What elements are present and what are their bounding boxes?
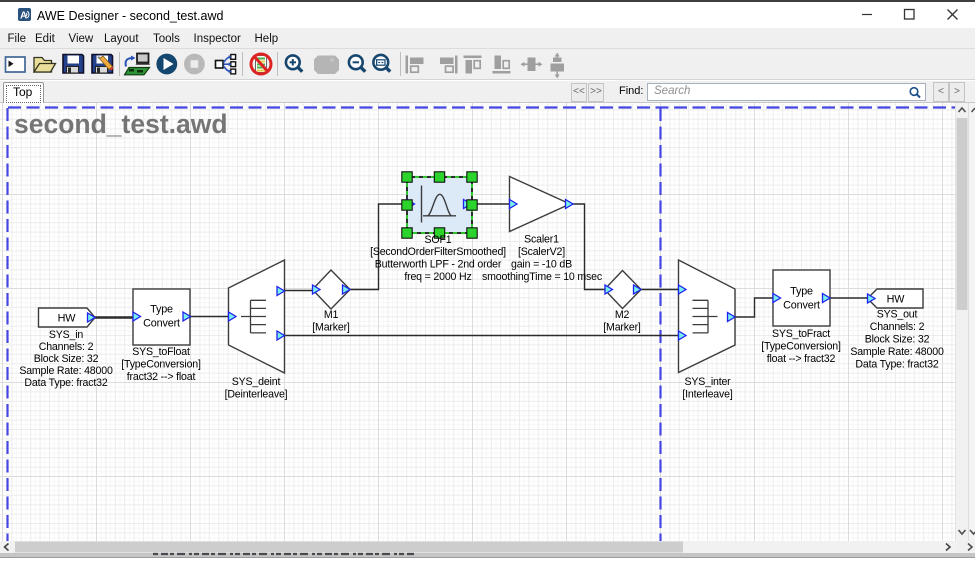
- svg-text:Sample Rate: 48000: Sample Rate: 48000: [19, 365, 113, 377]
- svg-text:Type: Type: [150, 304, 173, 316]
- svg-text:Scaler1: Scaler1: [524, 234, 559, 246]
- svg-text:Butterworth LPF - 2nd order: Butterworth LPF - 2nd order: [375, 259, 502, 271]
- svg-text:Convert: Convert: [143, 318, 180, 330]
- svg-text:float --> fract32: float --> fract32: [767, 353, 836, 365]
- svg-text:HW: HW: [58, 313, 77, 325]
- svg-text:M1: M1: [324, 309, 339, 321]
- svg-text:Type: Type: [790, 286, 813, 298]
- svg-text:M2: M2: [615, 309, 630, 321]
- svg-text:SYS_out: SYS_out: [877, 309, 918, 321]
- svg-text:Sample Rate: 48000: Sample Rate: 48000: [850, 346, 944, 358]
- svg-text:[Interleave]: [Interleave]: [682, 389, 732, 401]
- svg-text:[Marker]: [Marker]: [603, 322, 641, 334]
- svg-text:SYS_in: SYS_in: [49, 329, 84, 341]
- svg-text:[TypeConversion]: [TypeConversion]: [761, 341, 841, 353]
- svg-text:HW: HW: [887, 294, 906, 306]
- svg-text:Convert: Convert: [783, 300, 820, 312]
- svg-text:gain = -10 dB: gain = -10 dB: [511, 259, 572, 271]
- svg-text:A: A: [20, 11, 27, 22]
- svg-text:SYS_toFract: SYS_toFract: [772, 328, 830, 340]
- svg-text:second_test.awd: second_test.awd: [14, 109, 228, 139]
- svg-text:SOF1: SOF1: [425, 234, 452, 246]
- svg-text:Data Type: fract32: Data Type: fract32: [855, 359, 938, 371]
- svg-text:[ScalerV2]: [ScalerV2]: [518, 246, 565, 258]
- svg-text:[Marker]: [Marker]: [312, 322, 350, 334]
- svg-text:SYS_toFloat: SYS_toFloat: [132, 346, 190, 358]
- svg-text:Block Size: 32: Block Size: 32: [865, 334, 930, 346]
- svg-text:SYS_inter: SYS_inter: [684, 376, 731, 388]
- svg-text:[Deinterleave]: [Deinterleave]: [225, 389, 288, 401]
- svg-text:Data Type: fract32: Data Type: fract32: [24, 377, 107, 389]
- svg-text:[SecondOrderFilterSmoothed]: [SecondOrderFilterSmoothed]: [370, 246, 506, 258]
- svg-text:Channels: 2: Channels: 2: [39, 341, 94, 353]
- svg-text:Block Size: 32: Block Size: 32: [34, 353, 99, 365]
- svg-text:[TypeConversion]: [TypeConversion]: [121, 359, 201, 371]
- svg-text:smoothingTime = 10 msec: smoothingTime = 10 msec: [482, 271, 603, 283]
- svg-text:freq = 2000 Hz: freq = 2000 Hz: [404, 271, 471, 283]
- svg-text:fract32 --> float: fract32 --> float: [127, 371, 196, 383]
- svg-text:Channels: 2: Channels: 2: [870, 321, 925, 333]
- svg-text:SYS_deint: SYS_deint: [232, 376, 281, 388]
